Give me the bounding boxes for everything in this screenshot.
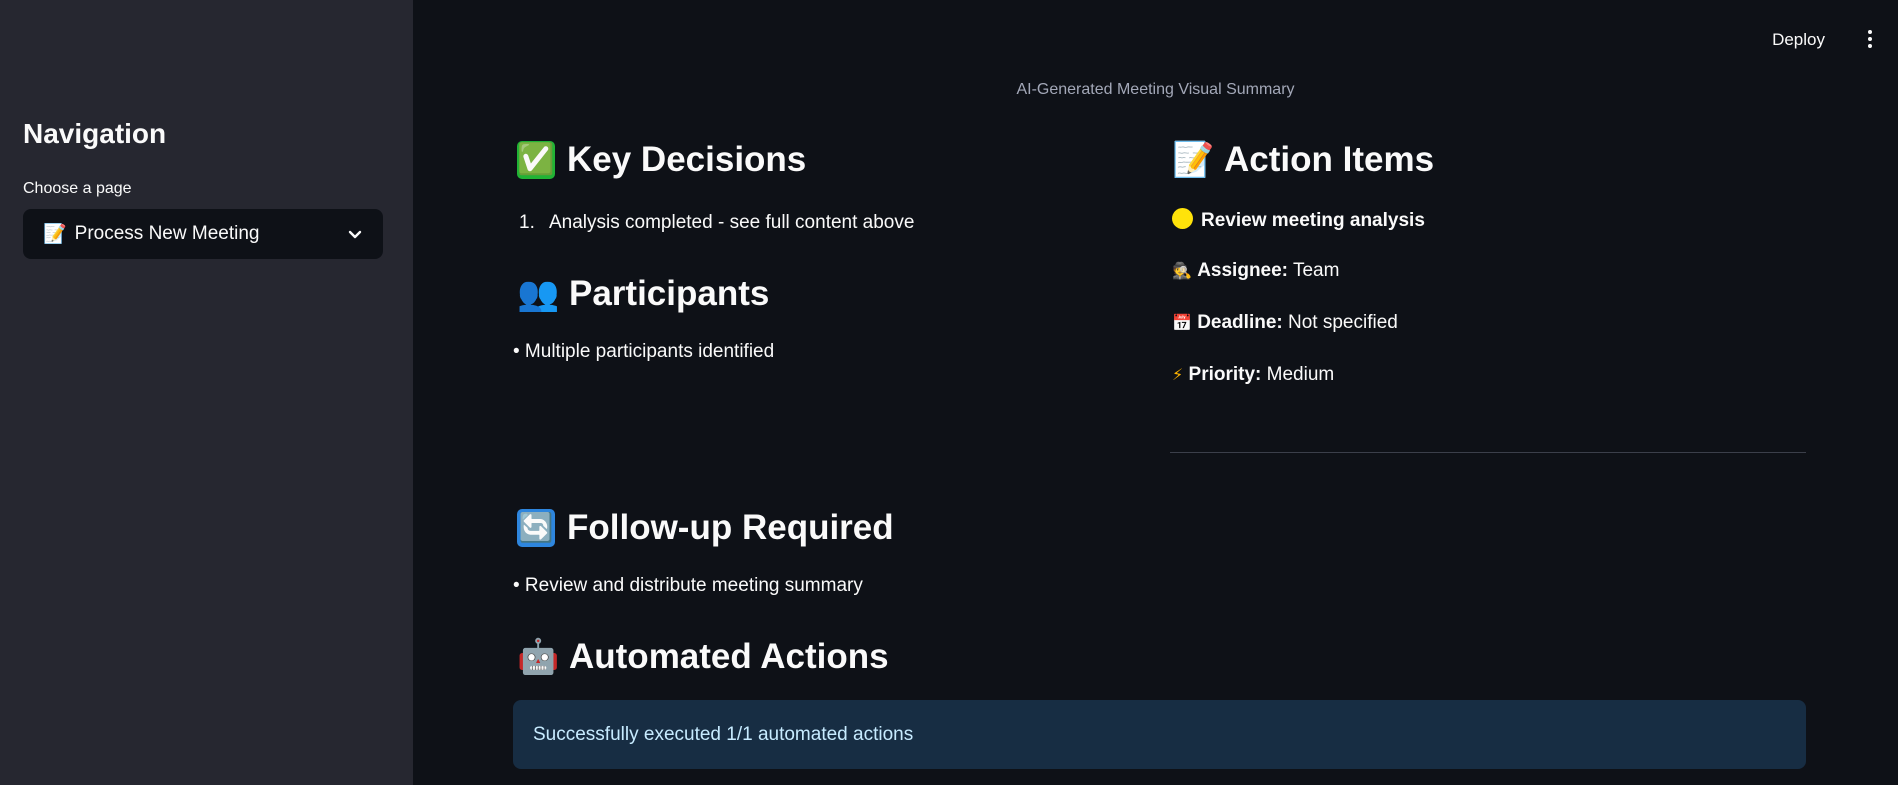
calendar-icon: 📅 [1172, 315, 1192, 332]
memo-icon: 📝 [1172, 141, 1215, 179]
list-item: • Review and distribute meeting summary [513, 575, 863, 596]
action-items-heading: 📝 Action Items [1172, 140, 1434, 180]
header-toolbar: Deploy [413, 0, 1898, 76]
page-select[interactable]: 📝 Process New Meeting [23, 209, 383, 259]
lightning-icon: ⚡ [1172, 367, 1184, 384]
kebab-menu-icon[interactable] [1860, 28, 1880, 52]
deadline-label: Deadline: [1197, 312, 1283, 333]
list-item-text: Analysis completed - see full content ab… [549, 212, 915, 233]
chevron-down-icon [348, 230, 362, 239]
sidebar-title: Navigation [23, 118, 167, 149]
priority-label: Priority: [1188, 364, 1262, 385]
people-icon: 👥 [517, 275, 560, 313]
participants-heading: 👥 Participants [517, 274, 769, 314]
deadline-value: Not specified [1288, 312, 1398, 333]
follow-up-heading: 🔄 Follow-up Required [517, 508, 894, 548]
key-decisions-title: Key Decisions [567, 140, 807, 179]
deploy-button[interactable]: Deploy [1764, 26, 1833, 54]
check-mark-icon: ✅ [517, 141, 555, 179]
refresh-icon: 🔄 [517, 509, 555, 547]
info-alert-text: Successfully executed 1/1 automated acti… [533, 723, 914, 745]
automated-actions-heading: 🤖 Automated Actions [517, 637, 889, 677]
deadline-row: 📅 Deadline: Not specified [1172, 312, 1398, 334]
assignee-label: Assignee: [1197, 260, 1289, 281]
info-alert: Successfully executed 1/1 automated acti… [513, 700, 1806, 769]
action-item-title: Review meeting analysis [1172, 208, 1425, 232]
list-item: 1. Analysis completed - see full content … [519, 212, 914, 234]
yellow-circle-icon [1172, 208, 1193, 229]
participants-title: Participants [569, 274, 770, 313]
action-items-title: Action Items [1224, 140, 1435, 179]
automated-actions-title: Automated Actions [569, 637, 889, 676]
action-item-title-text: Review meeting analysis [1201, 210, 1425, 231]
assignee-row: 🕵 Assignee: Team [1172, 260, 1339, 282]
priority-value: Medium [1266, 364, 1335, 385]
follow-up-title: Follow-up Required [567, 508, 894, 547]
robot-icon: 🤖 [517, 638, 560, 676]
list-item-number: 1. [519, 212, 535, 233]
page-caption: AI-Generated Meeting Visual Summary [1016, 81, 1295, 98]
list-item: • Multiple participants identified [513, 341, 775, 362]
sidebar: Navigation Choose a page 📝 Process New M… [0, 0, 413, 785]
page-select-label: Choose a page [23, 180, 132, 197]
detective-icon: 🕵 [1172, 263, 1192, 280]
priority-row: ⚡ Priority: Medium [1172, 364, 1334, 386]
assignee-value: Team [1292, 260, 1340, 281]
divider [1170, 452, 1806, 453]
page-select-value: Process New Meeting [74, 223, 260, 244]
memo-icon: 📝 [43, 224, 67, 245]
key-decisions-heading: ✅ Key Decisions [517, 140, 806, 180]
